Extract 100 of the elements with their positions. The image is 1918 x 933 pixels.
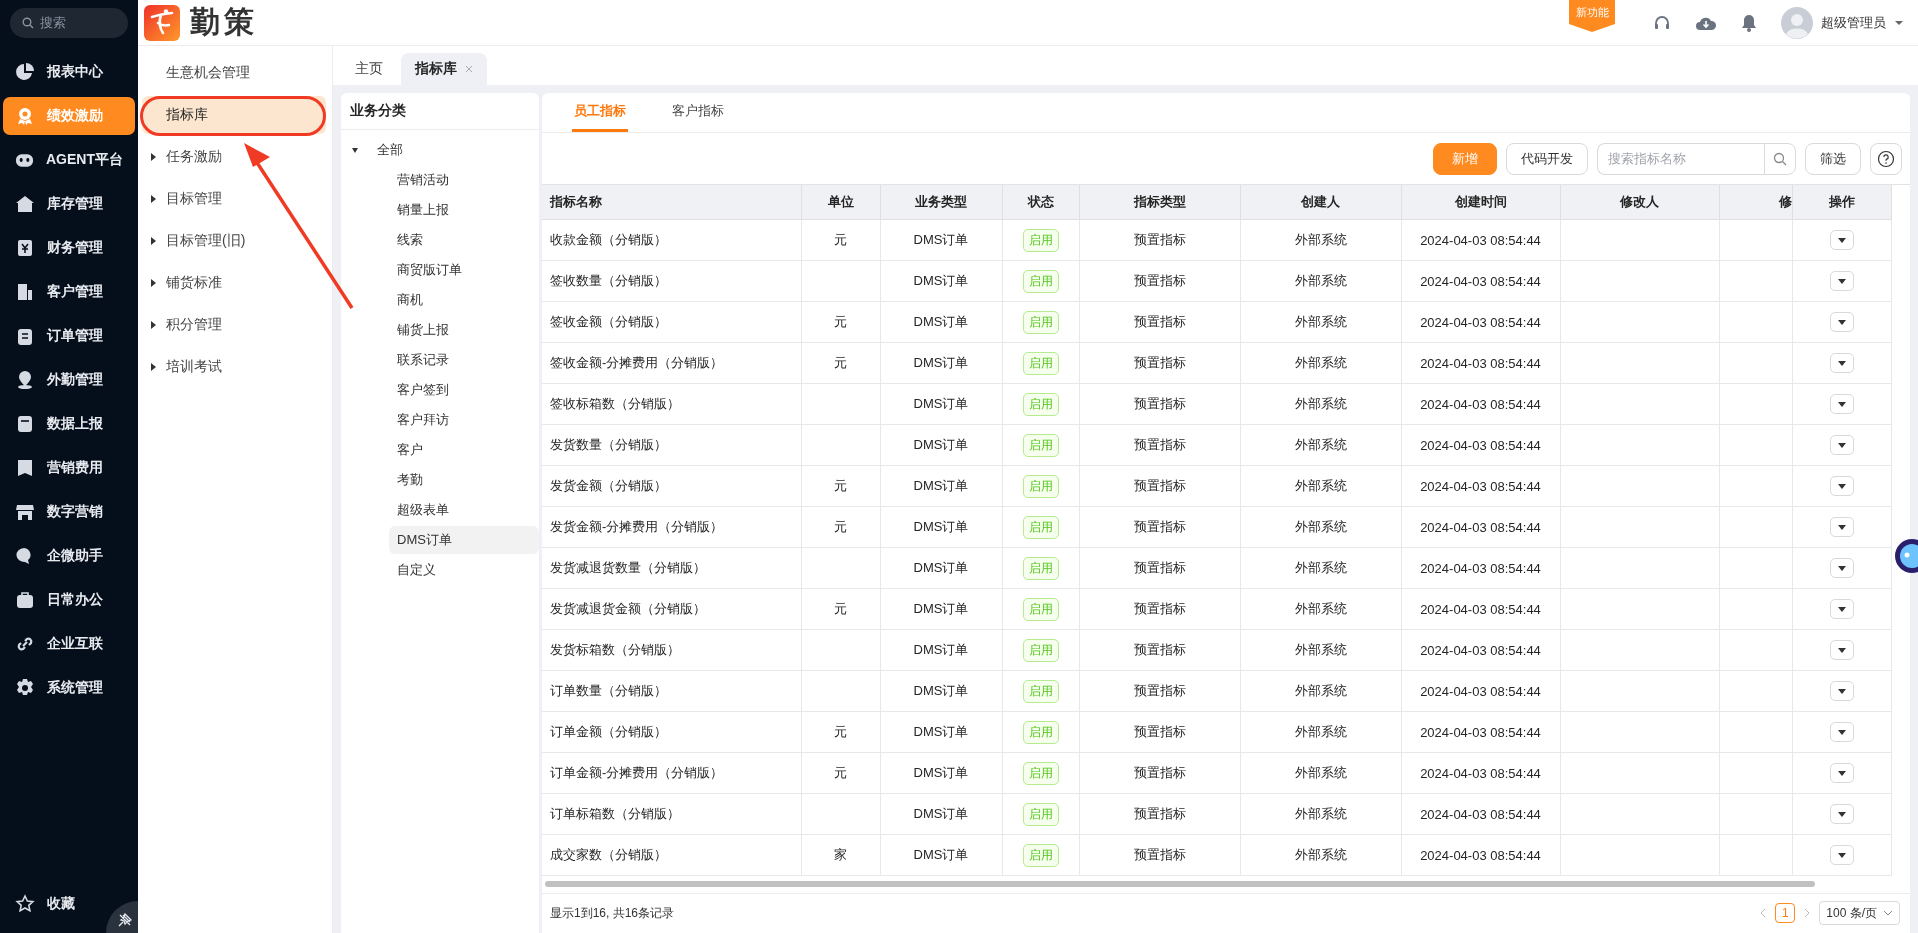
tree-node[interactable]: 全部 <box>341 136 539 164</box>
nav-item[interactable]: 报表中心 <box>3 53 135 91</box>
search-icon[interactable] <box>1773 151 1787 166</box>
subnav-item[interactable]: 铺货标准 <box>142 264 326 302</box>
dropdown-button[interactable] <box>1829 845 1854 866</box>
nav-item[interactable]: 日常办公 <box>3 581 135 619</box>
tree-node[interactable]: 超级表单 <box>389 496 539 524</box>
help-button[interactable] <box>1870 142 1902 175</box>
dropdown-button[interactable] <box>1829 230 1854 251</box>
filter-button[interactable]: 筛选 <box>1805 142 1861 175</box>
table-cell: 成交家数（分销版） <box>542 834 801 876</box>
page-size-select[interactable]: 100 条/页 <box>1819 901 1900 926</box>
subnav-item[interactable]: 生意机会管理 <box>142 54 326 92</box>
subnav-item[interactable]: 积分管理 <box>142 306 326 344</box>
subnav-item[interactable]: 目标管理(旧) <box>142 222 326 260</box>
table-cell: 预置指标 <box>1079 629 1240 671</box>
dropdown-button[interactable] <box>1829 722 1854 743</box>
search-field[interactable]: 搜索 <box>10 8 128 38</box>
nav-item[interactable]: 库存管理 <box>3 185 135 223</box>
headset-icon[interactable] <box>1653 13 1671 32</box>
table-cell: DMS订单 <box>880 506 1002 548</box>
status-tag: 启用 <box>1022 720 1059 744</box>
nav-item[interactable]: 企业互联 <box>3 625 135 663</box>
dropdown-button[interactable] <box>1829 312 1854 333</box>
avatar-icon <box>1781 6 1813 39</box>
table-cell: 元 <box>801 752 880 794</box>
dropdown-button[interactable] <box>1829 640 1854 661</box>
dropdown-button[interactable] <box>1829 476 1854 497</box>
tree-node[interactable]: 自定义 <box>389 556 539 584</box>
tree-node[interactable]: 联系记录 <box>389 346 539 374</box>
tree-node[interactable]: 商机 <box>389 286 539 314</box>
nav-item[interactable]: 客户管理 <box>3 273 135 311</box>
dropdown-button[interactable] <box>1829 599 1854 620</box>
dropdown-button[interactable] <box>1829 681 1854 702</box>
favorites-item[interactable]: 收藏 <box>3 885 91 923</box>
nav-item[interactable]: 财务管理 <box>3 229 135 267</box>
table-cell: 收款金额（分销版） <box>542 219 801 261</box>
status-tag: 启用 <box>1022 597 1059 621</box>
tree-node[interactable]: 销量上报 <box>389 196 539 224</box>
horizontal-scrollbar[interactable] <box>545 880 1815 887</box>
unpin-icon[interactable] <box>118 913 132 927</box>
table-cell: 2024-04-03 08:54:44 <box>1401 711 1560 753</box>
dropdown-button[interactable] <box>1829 394 1854 415</box>
table-cell: 2024-04-03 08:54:44 <box>1401 793 1560 835</box>
tree-node[interactable]: 客户 <box>389 436 539 464</box>
table-cell: 2024-04-03 08:54:44 <box>1401 629 1560 671</box>
dropdown-button[interactable] <box>1829 353 1854 374</box>
tree-node[interactable]: 客户拜访 <box>389 406 539 434</box>
caret-icon <box>1837 647 1846 653</box>
assistant-robot-icon[interactable] <box>1894 538 1918 574</box>
settings-icon <box>15 678 35 698</box>
dropdown-button[interactable] <box>1829 763 1854 784</box>
caret-icon <box>1837 401 1846 407</box>
dropdown-button[interactable] <box>1829 558 1854 579</box>
table-cell: 订单标箱数（分销版） <box>542 793 801 835</box>
tree-node[interactable]: 线索 <box>389 226 539 254</box>
code-dev-button[interactable]: 代码开发 <box>1506 142 1588 175</box>
table-cell: 2024-04-03 08:54:44 <box>1401 465 1560 507</box>
table-cell: 外部系统 <box>1240 711 1401 753</box>
search-field[interactable]: 搜索指标名称 <box>1597 142 1764 175</box>
tree-node[interactable]: 营销活动 <box>389 166 539 194</box>
metric-tab[interactable]: 客户指标 <box>670 93 726 133</box>
status-tag: 启用 <box>1022 761 1059 785</box>
dropdown-button[interactable] <box>1829 271 1854 292</box>
nav-item[interactable]: 外勤管理 <box>3 361 135 399</box>
tree-node[interactable]: 商贸版订单 <box>389 256 539 284</box>
page-tab[interactable]: 主页 <box>341 53 397 85</box>
nav-item[interactable]: AGENT平台 <box>3 141 135 179</box>
table-cell: 预置指标 <box>1079 383 1240 425</box>
table-cell: 元 <box>801 342 880 384</box>
table-cell: 预置指标 <box>1079 424 1240 466</box>
collapse-arrow-icon[interactable] <box>351 146 359 154</box>
nav-item[interactable]: 数据上报 <box>3 405 135 443</box>
subnav-item[interactable]: 培训考试 <box>142 348 326 386</box>
column-header: 业务类型 <box>880 185 1002 220</box>
tree-node[interactable]: 客户签到 <box>389 376 539 404</box>
page-tab[interactable]: 指标库 <box>401 53 487 85</box>
subnav-item[interactable]: 任务激励 <box>142 138 326 176</box>
caret-icon <box>1837 237 1846 243</box>
table-cell: 预置指标 <box>1079 506 1240 548</box>
nav-item[interactable]: 订单管理 <box>3 317 135 355</box>
nav-item[interactable]: 营销费用 <box>3 449 135 487</box>
dropdown-button[interactable] <box>1829 435 1854 456</box>
dropdown-button[interactable] <box>1829 517 1854 538</box>
notification-icon[interactable] <box>1741 13 1757 32</box>
dropdown-button[interactable] <box>1829 804 1854 825</box>
column-header: 单位 <box>801 185 880 220</box>
pie-chart-icon <box>15 62 35 82</box>
caret-icon <box>1837 852 1846 858</box>
tree-node[interactable]: 考勤 <box>389 466 539 494</box>
nav-item[interactable]: 数字营销 <box>3 493 135 531</box>
status-tag: 启用 <box>1022 269 1059 293</box>
tree-node[interactable]: 铺货上报 <box>389 316 539 344</box>
caret-icon <box>1837 483 1846 489</box>
nav-item[interactable]: 企微助手 <box>3 537 135 575</box>
location-pin-icon <box>15 370 35 390</box>
user-menu[interactable]: 超级管理员 <box>1781 6 1904 39</box>
nav-item[interactable]: 系统管理 <box>3 669 135 707</box>
tree-node[interactable]: DMS订单 <box>389 526 539 554</box>
subnav-item[interactable]: 目标管理 <box>142 180 326 218</box>
